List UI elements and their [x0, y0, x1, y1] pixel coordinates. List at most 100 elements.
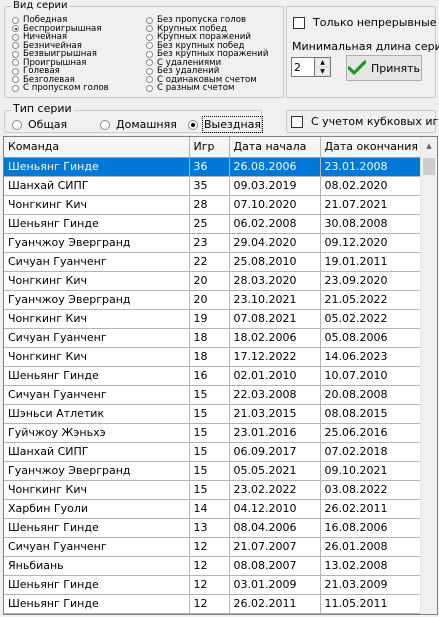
radio-general-dot[interactable] [12, 119, 22, 130]
series-type-away-label: Выездная [201, 116, 264, 133]
cell-end-date: 23.01.2008 [320, 157, 423, 177]
table-row[interactable]: Гуйчжоу Жэньхэ 15 23.01.2016 25.06.2016 [4, 423, 423, 443]
table-row[interactable]: Чонгкинг Кич 18 17.12.2022 14.06.2023 [4, 347, 423, 367]
table-row[interactable]: Шэньси Атлетик 15 21.03.2015 08.08.2015 [4, 404, 423, 424]
table-row[interactable]: Гуанчжоу Эвергранд 15 05.05.2021 09.10.2021 [4, 461, 423, 481]
table-row[interactable]: Шеньянг Гинде 25 06.02.2008 30.08.2008 [4, 214, 423, 234]
table-row[interactable]: Шеньянг Гинде 36 26.08.2006 23.01.2008 [4, 157, 423, 177]
cell-games: 18 [189, 328, 230, 348]
include-cup-check-square[interactable] [291, 115, 303, 128]
include-cup-checkbox[interactable]: С учетом кубковых игр [291, 115, 439, 128]
table-row[interactable]: Сичуан Гуанченг 18 18.02.2006 05.08.2006 [4, 328, 423, 348]
radio-dot[interactable] [12, 76, 19, 84]
radio-dot[interactable] [12, 84, 19, 92]
cell-end-date: 19.01.2011 [320, 252, 423, 272]
scroll-thumb[interactable] [423, 158, 435, 175]
cell-start-date: 21.03.2015 [229, 404, 321, 424]
vertical-scrollbar[interactable]: ▲ [420, 137, 437, 614]
series-kind-option[interactable]: С пропуском голов [12, 84, 109, 93]
cell-team: Чонгкинг Кич [4, 480, 190, 500]
cell-end-date: 08.08.2015 [320, 404, 423, 424]
radio-dot[interactable] [12, 67, 19, 75]
series-results-grid[interactable]: Команда Игр Дата начала Дата окончания Ш… [3, 136, 438, 615]
cell-games: 23 [189, 233, 230, 253]
table-row[interactable]: Шеньянг Гинде 12 26.02.2011 11.05.2011 [4, 594, 423, 614]
cell-start-date: 21.07.2007 [229, 537, 321, 557]
cell-team: Чонгкинг Кич [4, 347, 190, 367]
table-row[interactable]: Сичуан Гуанченг 22 25.08.2010 19.01.2011 [4, 252, 423, 272]
table-row[interactable]: Чонгкинг Кич 28 07.10.2020 21.07.2021 [4, 195, 423, 215]
radio-dot[interactable] [146, 42, 153, 50]
series-kind-option[interactable]: С разным счетом [146, 84, 268, 93]
spin-down-icon[interactable]: ▼ [315, 67, 330, 76]
radio-dot[interactable] [146, 25, 153, 33]
radio-dot[interactable] [146, 84, 153, 92]
apply-button[interactable]: Принять [346, 55, 422, 81]
cell-start-date: 17.12.2022 [229, 347, 321, 367]
cell-games: 25 [189, 214, 230, 234]
cell-end-date: 13.02.2008 [320, 556, 423, 576]
radio-dot[interactable] [146, 16, 153, 24]
cell-games: 22 [189, 252, 230, 272]
series-type-home-label: Домашняя [116, 118, 177, 131]
header-games[interactable]: Игр [189, 137, 230, 158]
cell-games: 18 [189, 347, 230, 367]
radio-home-dot[interactable] [100, 119, 110, 130]
table-row[interactable]: Чонгкинг Кич 15 23.02.2022 03.08.2022 [4, 480, 423, 500]
radio-away-dot[interactable] [188, 119, 198, 130]
min-length-spin-buttons[interactable]: ▲ ▼ [314, 58, 330, 76]
table-row[interactable]: Сичуан Гуанченг 12 21.07.2007 26.01.2008 [4, 537, 423, 557]
cell-end-date: 21.05.2022 [320, 290, 423, 310]
table-row[interactable]: Чонгкинг Кич 19 07.08.2021 05.02.2022 [4, 309, 423, 329]
table-row[interactable]: Гуанчжоу Эвергранд 20 23.10.2021 21.05.2022 [4, 290, 423, 310]
min-length-spinner[interactable]: ▲ ▼ [291, 57, 331, 77]
table-row[interactable]: Гуанчжоу Эвергранд 23 29.04.2020 09.12.2020 [4, 233, 423, 253]
radio-dot[interactable] [12, 42, 19, 50]
continuous-only-checkbox[interactable]: Только непрерывные [293, 16, 437, 29]
cell-games: 16 [189, 366, 230, 386]
series-type-away-radio[interactable]: Выездная [188, 116, 264, 133]
continuous-only-check-square[interactable] [293, 16, 305, 29]
radio-dot[interactable] [146, 67, 153, 75]
radio-dot[interactable] [146, 59, 153, 67]
cell-games: 15 [189, 385, 230, 405]
series-type-general-radio[interactable]: Общая [12, 118, 67, 131]
cell-games: 36 [189, 157, 230, 177]
radio-dot[interactable] [146, 50, 153, 58]
radio-dot[interactable] [12, 25, 19, 33]
cell-start-date: 29.04.2020 [229, 233, 321, 253]
cell-start-date: 08.04.2006 [229, 518, 321, 538]
series-kind-right-column: Без пропуска голов Крупных побед Крупных п… [146, 16, 268, 93]
table-row[interactable]: Шеньянг Гинде 12 03.01.2009 21.03.2009 [4, 575, 423, 595]
radio-dot[interactable] [146, 76, 153, 84]
cell-start-date: 04.12.2010 [229, 499, 321, 519]
table-row[interactable]: Шанхай СИПГ 35 09.03.2019 08.02.2020 [4, 176, 423, 196]
table-row[interactable]: Шеньянг Гинде 16 02.01.2010 10.07.2010 [4, 366, 423, 386]
header-start-date[interactable]: Дата начала [229, 137, 321, 158]
header-team[interactable]: Команда [4, 137, 190, 158]
scroll-up-icon[interactable]: ▲ [421, 137, 437, 154]
series-type-home-radio[interactable]: Домашняя [100, 118, 177, 131]
min-length-input[interactable] [292, 58, 314, 76]
table-row[interactable]: Шанхай СИПГ 15 06.09.2017 07.02.2018 [4, 442, 423, 462]
cell-games: 35 [189, 176, 230, 196]
header-end-date[interactable]: Дата окончания [320, 137, 423, 158]
table-row[interactable]: Яньбиань 12 08.08.2007 13.02.2008 [4, 556, 423, 576]
table-row[interactable]: Харбин Гуоли 14 04.12.2010 26.02.2011 [4, 499, 423, 519]
radio-dot[interactable] [12, 16, 19, 24]
radio-dot[interactable] [12, 33, 19, 41]
table-row[interactable]: Шеньянг Гинде 13 08.04.2006 16.08.2006 [4, 518, 423, 538]
cell-start-date: 09.03.2019 [229, 176, 321, 196]
table-row[interactable]: Чонгкинг Кич 20 28.03.2020 23.09.2020 [4, 271, 423, 291]
cell-end-date: 10.07.2010 [320, 366, 423, 386]
cell-team: Шанхай СИПГ [4, 442, 190, 462]
radio-dot[interactable] [12, 50, 19, 58]
cell-games: 15 [189, 442, 230, 462]
cell-team: Гуанчжоу Эвергранд [4, 233, 190, 253]
table-body: Шеньянг Гинде 36 26.08.2006 23.01.2008 Шанха… [4, 157, 423, 614]
cell-start-date: 02.01.2010 [229, 366, 321, 386]
spin-up-icon[interactable]: ▲ [315, 58, 330, 67]
radio-dot[interactable] [146, 33, 153, 41]
table-row[interactable]: Сичуан Гуанченг 15 22.03.2008 20.08.2008 [4, 385, 423, 405]
radio-dot[interactable] [12, 59, 19, 67]
